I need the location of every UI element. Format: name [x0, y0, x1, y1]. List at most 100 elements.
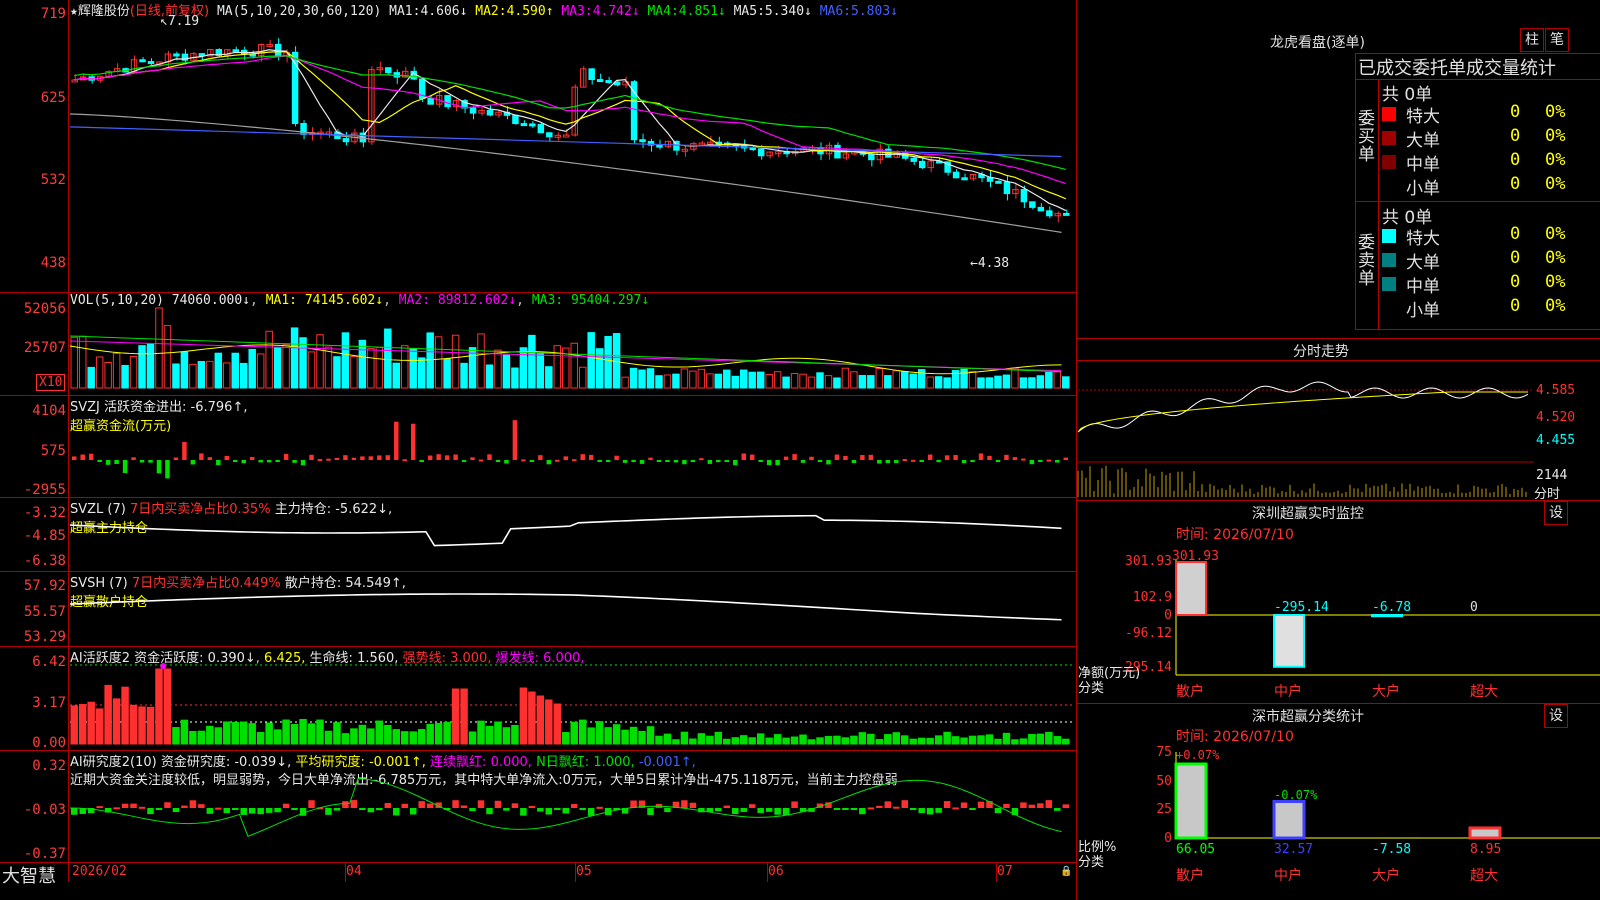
research-bar — [376, 808, 383, 811]
volume-bar — [714, 373, 723, 389]
flow-bar — [877, 460, 882, 464]
lock-icon[interactable]: 🔒 — [1060, 866, 1072, 877]
research-bar — [333, 808, 341, 811]
sell-order-row[interactable]: 特大 0 0% — [1382, 224, 1600, 249]
activity-bar — [239, 721, 248, 745]
classify-stat-chart[interactable]: 66.05 散户 32.57 中户 -7.58 大户 8.95 超大 +0.07% -0.07% — [1174, 742, 1600, 900]
star-icon[interactable]: ★ — [70, 4, 78, 19]
volume-bar — [172, 363, 180, 389]
volume-unit-badge[interactable]: X10 — [36, 374, 66, 391]
activity-bar — [901, 735, 909, 745]
flow-bar — [1055, 460, 1060, 463]
volume-bar — [934, 376, 943, 389]
activity-bar — [384, 724, 392, 745]
research-bar — [562, 808, 569, 814]
flow-bar — [521, 459, 526, 462]
flow-bar — [978, 453, 984, 460]
row-count: 0 — [1510, 272, 1521, 292]
activity-bar — [70, 705, 78, 745]
sell-order-row[interactable]: 中单 0 0% — [1382, 272, 1600, 297]
candlestick-chart[interactable] — [69, 20, 1074, 290]
volume-bar — [536, 353, 545, 389]
activity-bar — [87, 701, 95, 745]
monitor-value: -295.14 — [1274, 600, 1329, 615]
research-bar — [164, 802, 171, 808]
svzl-axis-label: -6.38 — [23, 553, 66, 569]
retail-position-chart[interactable] — [69, 574, 1074, 644]
buy-order-row[interactable]: 特大 0 0% — [1382, 102, 1600, 127]
flow-bar — [724, 460, 730, 462]
candle — [385, 67, 392, 74]
monitor-title: 深圳超赢实时监控 — [1252, 506, 1364, 522]
ai-research-chart[interactable] — [69, 770, 1074, 860]
research-bar — [257, 808, 264, 815]
order-stat-tabs[interactable]: 已成交委托单成交量统计 — [1358, 54, 1556, 80]
flow-bar — [834, 454, 840, 460]
ai-activity-chart[interactable] — [70, 660, 1074, 746]
buy-order-row[interactable]: 中单 0 0% — [1382, 150, 1600, 175]
flow-bar — [258, 460, 263, 463]
activity-bar — [502, 727, 511, 745]
research-bar — [520, 808, 527, 816]
activity-bar — [977, 735, 985, 745]
volume-bar — [629, 367, 638, 389]
flow-bar — [987, 455, 992, 460]
app-logo[interactable]: 大智慧 — [2, 862, 56, 888]
activity-bar — [943, 731, 951, 745]
monitor-settings-button[interactable]: 设 — [1544, 501, 1568, 525]
retail-position-line — [69, 593, 1062, 621]
flow-bar — [410, 423, 416, 460]
volume-chart[interactable] — [69, 306, 1074, 390]
activity-bar — [968, 735, 977, 745]
flow-bar — [588, 454, 594, 460]
activity-bar — [78, 704, 87, 745]
activity-bar — [477, 720, 485, 745]
flow-bar — [868, 454, 874, 460]
activity-bar — [934, 735, 943, 745]
research-bar — [587, 808, 595, 816]
classify-category: 超大 — [1470, 868, 1498, 884]
research-bar — [571, 804, 578, 808]
intraday-chart[interactable] — [1077, 362, 1534, 498]
sell-order-row[interactable]: 小单 0 0% — [1382, 296, 1600, 321]
activity-bar — [485, 725, 494, 745]
volume-bar — [197, 361, 206, 389]
classify-settings-button[interactable]: 设 — [1544, 704, 1568, 728]
flow-bar — [360, 456, 365, 460]
fund-flow-chart[interactable] — [70, 400, 1074, 495]
volume-bar — [816, 372, 824, 389]
sell-order-row[interactable]: 大单 0 0% — [1382, 248, 1600, 273]
flow-bar — [1046, 459, 1052, 462]
bar-mode-button[interactable]: 柱 — [1520, 28, 1544, 52]
research-bar — [867, 807, 875, 810]
divider — [1076, 703, 1600, 704]
ma-spec: MA(5,10,20,30,60,120) — [216, 4, 382, 19]
activity-bar — [655, 735, 663, 745]
research-bar — [918, 808, 925, 814]
flow-bar — [173, 457, 179, 460]
flow-bar — [351, 457, 357, 460]
activity-bar — [155, 668, 163, 745]
main-force-position-chart[interactable] — [69, 500, 1074, 570]
buy-order-row[interactable]: 大单 0 0% — [1382, 126, 1600, 151]
classify-value: -7.58 — [1372, 842, 1411, 857]
flow-bar — [1063, 457, 1068, 460]
divider — [1355, 201, 1600, 202]
row-count: 0 — [1510, 248, 1521, 268]
flow-bar — [707, 460, 713, 464]
volume-bar — [1011, 367, 1019, 389]
monitor-category: 超大 — [1470, 684, 1498, 700]
research-bar — [342, 801, 349, 808]
research-bar — [765, 808, 773, 812]
tick-mode-button[interactable]: 笔 — [1545, 28, 1569, 52]
buy-order-row[interactable]: 小单 0 0% — [1382, 174, 1600, 199]
volume-bar — [417, 357, 426, 389]
flow-bar — [427, 455, 433, 460]
stock-name[interactable]: 辉隆股份 — [78, 4, 130, 19]
realtime-monitor-chart[interactable]: 301.93 散户 -295.14 中户 -6.78 大户 0 超大 — [1172, 540, 1600, 700]
flow-bar — [105, 460, 111, 465]
candle — [232, 49, 239, 53]
price-axis-label: 719 — [40, 6, 66, 22]
volume-bar — [1053, 371, 1062, 389]
ma4-value: 4.851↓ — [678, 4, 726, 19]
